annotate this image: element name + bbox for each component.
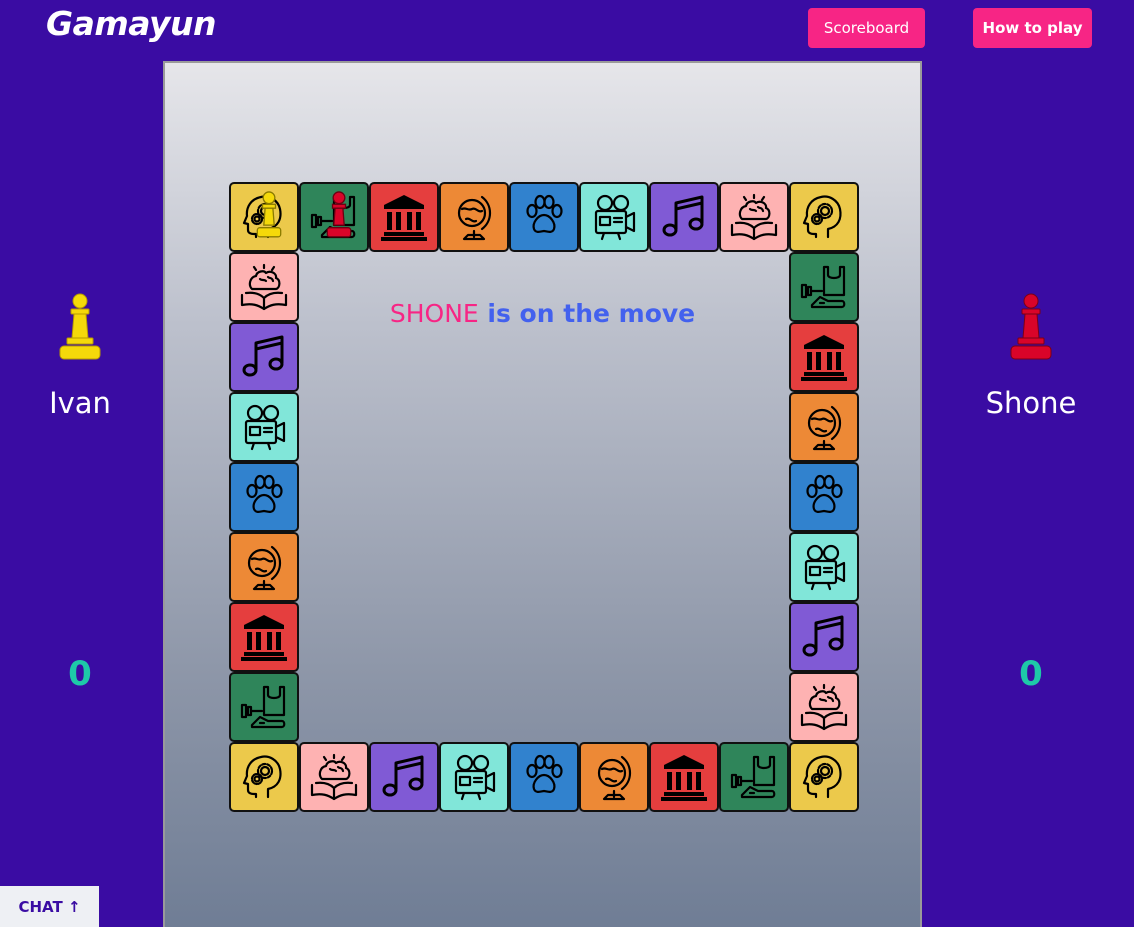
board-tile-animals — [509, 742, 579, 812]
board-tile-mind — [229, 182, 299, 252]
music-note-icon — [378, 751, 430, 803]
board-tile-science — [229, 252, 299, 322]
head-gears-icon — [798, 751, 850, 803]
board-tile-geography — [439, 182, 509, 252]
game-board: SHONE is on the move — [163, 61, 922, 927]
museum-icon — [658, 751, 710, 803]
globe-icon — [238, 541, 290, 593]
board-tile-mind — [789, 182, 859, 252]
scoreboard-button[interactable]: Scoreboard — [808, 8, 925, 48]
player2-score: 0 — [1019, 654, 1043, 694]
board-tile-sport — [229, 672, 299, 742]
player-token-shone — [313, 190, 365, 246]
player1-pawn-icon — [59, 293, 101, 360]
paw-icon — [798, 471, 850, 523]
board-tile-mind — [229, 742, 299, 812]
globe-icon — [798, 401, 850, 453]
board-tile-geography — [789, 392, 859, 462]
brain-book-icon — [308, 751, 360, 803]
board-tile-music — [649, 182, 719, 252]
player1-name: Ivan — [49, 386, 111, 420]
movie-camera-icon — [588, 191, 640, 243]
head-gears-icon — [238, 751, 290, 803]
board-tile-history — [789, 322, 859, 392]
board-tile-science — [789, 672, 859, 742]
board-tile-animals — [229, 462, 299, 532]
board-tile-film — [579, 182, 649, 252]
brain-book-icon — [238, 261, 290, 313]
board-tile-science — [299, 742, 369, 812]
player2-name: Shone — [985, 386, 1077, 420]
paw-icon — [238, 471, 290, 523]
player1-score: 0 — [68, 654, 92, 694]
sport-gear-icon — [238, 681, 290, 733]
board-tile-animals — [509, 182, 579, 252]
paw-icon — [518, 191, 570, 243]
globe-icon — [588, 751, 640, 803]
board-tile-geography — [579, 742, 649, 812]
board-tile-sport — [299, 182, 369, 252]
turn-player: SHONE — [389, 299, 479, 328]
music-note-icon — [658, 191, 710, 243]
board-tile-science — [719, 182, 789, 252]
museum-icon — [798, 331, 850, 383]
brain-book-icon — [728, 191, 780, 243]
movie-camera-icon — [448, 751, 500, 803]
museum-icon — [238, 611, 290, 663]
board-tile-geography — [229, 532, 299, 602]
board-tile-film — [439, 742, 509, 812]
board-tile-history — [649, 742, 719, 812]
sport-gear-icon — [798, 261, 850, 313]
board-tile-music — [369, 742, 439, 812]
brain-book-icon — [798, 681, 850, 733]
board-tile-animals — [789, 462, 859, 532]
music-note-icon — [798, 611, 850, 663]
head-gears-icon — [798, 191, 850, 243]
player2-pawn-icon — [1010, 293, 1052, 360]
turn-text: is on the move — [478, 299, 696, 328]
board-tile-music — [789, 602, 859, 672]
app-logo: Gamayun — [46, 4, 217, 43]
paw-icon — [518, 751, 570, 803]
board-tile-sport — [719, 742, 789, 812]
chat-toggle-button[interactable]: CHAT ↑ — [0, 886, 99, 927]
sport-gear-icon — [728, 751, 780, 803]
museum-icon — [378, 191, 430, 243]
board-tile-sport — [789, 252, 859, 322]
music-note-icon — [238, 331, 290, 383]
board-tile-music — [229, 322, 299, 392]
board-tile-mind — [789, 742, 859, 812]
globe-icon — [448, 191, 500, 243]
movie-camera-icon — [238, 401, 290, 453]
how-to-play-button[interactable]: How to play — [973, 8, 1092, 48]
board-tile-film — [229, 392, 299, 462]
board-tile-film — [789, 532, 859, 602]
player-token-ivan — [243, 190, 295, 246]
board-tile-history — [229, 602, 299, 672]
board-tile-history — [369, 182, 439, 252]
movie-camera-icon — [798, 541, 850, 593]
